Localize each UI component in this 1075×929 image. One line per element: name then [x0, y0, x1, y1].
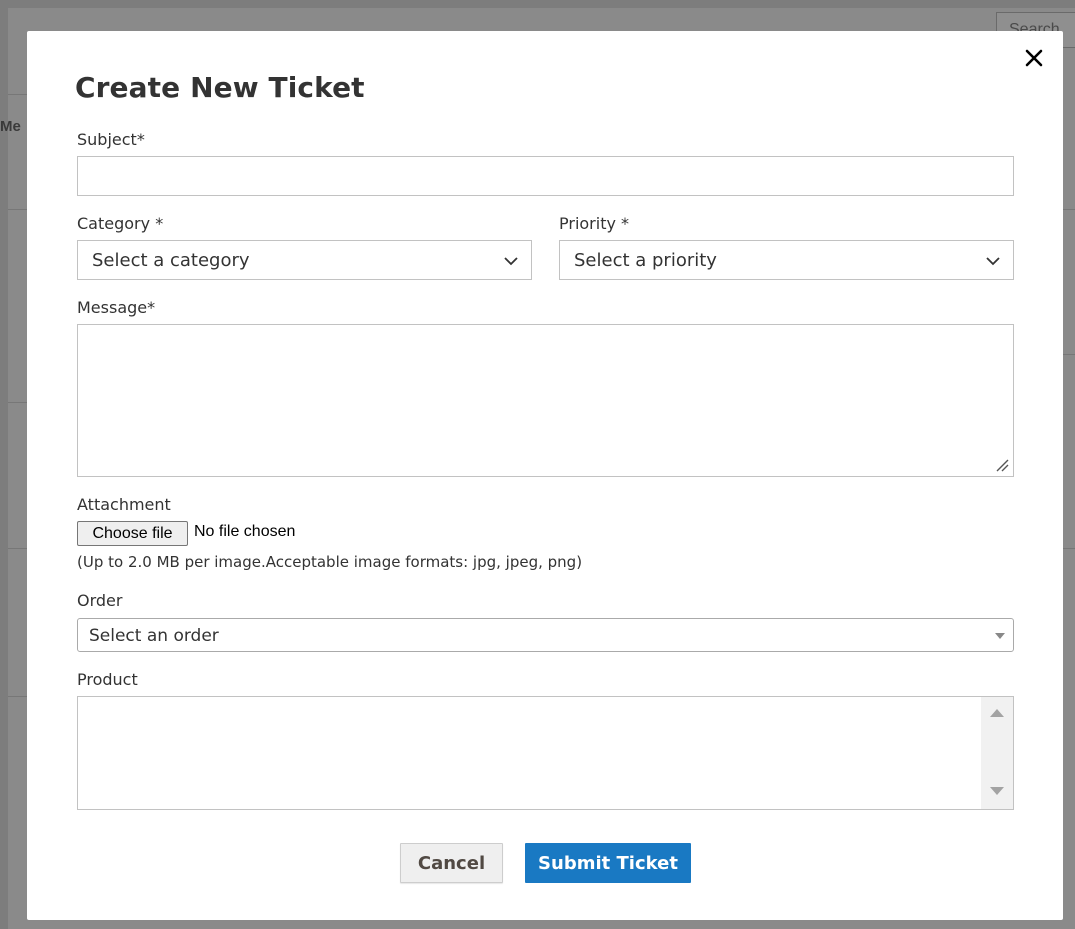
message-label: Message*	[77, 298, 155, 317]
chevron-down-icon	[986, 257, 1000, 266]
close-icon	[1025, 49, 1043, 67]
subject-input[interactable]	[77, 156, 1014, 196]
required-mark: *	[136, 130, 145, 149]
product-label: Product	[77, 670, 138, 689]
priority-select[interactable]: Select a priority	[559, 240, 1014, 280]
dropdown-arrow-icon	[995, 633, 1005, 639]
subject-label-text: Subject	[77, 130, 137, 149]
background-divider	[8, 209, 28, 210]
scroll-up-arrow-icon[interactable]	[990, 709, 1004, 717]
category-label: Category *	[77, 214, 163, 233]
product-scrollbar[interactable]	[981, 697, 1013, 809]
attachment-label: Attachment	[77, 495, 171, 514]
close-button[interactable]	[1019, 43, 1049, 73]
background-divider	[8, 402, 28, 403]
background-divider	[8, 696, 28, 697]
file-status: No file chosen	[194, 523, 296, 540]
category-label-text: Category	[77, 214, 151, 233]
order-selected-value: Select an order	[89, 626, 219, 646]
background-divider	[1061, 354, 1075, 355]
create-ticket-modal: Create New Ticket Subject* Category * Se…	[27, 31, 1063, 920]
choose-file-button[interactable]: Choose file	[77, 521, 188, 546]
subject-label: Subject*	[77, 130, 145, 149]
product-listbox[interactable]	[77, 696, 1014, 810]
modal-title: Create New Ticket	[75, 71, 365, 104]
required-mark: *	[147, 298, 156, 317]
attachment-hint: (Up to 2.0 MB per image.Acceptable image…	[77, 553, 583, 571]
background-divider	[1061, 548, 1075, 549]
chevron-down-icon	[504, 257, 518, 266]
required-mark: *	[155, 214, 164, 233]
scroll-down-arrow-icon[interactable]	[990, 787, 1004, 795]
priority-selected-value: Select a priority	[574, 249, 717, 271]
background-divider	[8, 94, 28, 95]
required-mark: *	[621, 214, 630, 233]
submit-ticket-button[interactable]: Submit Ticket	[525, 843, 691, 883]
category-selected-value: Select a category	[92, 249, 250, 271]
message-label-text: Message	[77, 298, 148, 317]
background-divider	[1061, 209, 1075, 210]
cancel-button[interactable]: Cancel	[400, 843, 503, 883]
order-select[interactable]: Select an order	[77, 618, 1014, 652]
background-column-header: Me	[0, 118, 21, 135]
message-textarea[interactable]	[77, 324, 1014, 477]
order-label: Order	[77, 591, 123, 610]
priority-label: Priority *	[559, 214, 629, 233]
resize-handle-icon[interactable]	[995, 458, 1009, 472]
background-divider	[8, 548, 28, 549]
priority-label-text: Priority	[559, 214, 616, 233]
category-select[interactable]: Select a category	[77, 240, 532, 280]
